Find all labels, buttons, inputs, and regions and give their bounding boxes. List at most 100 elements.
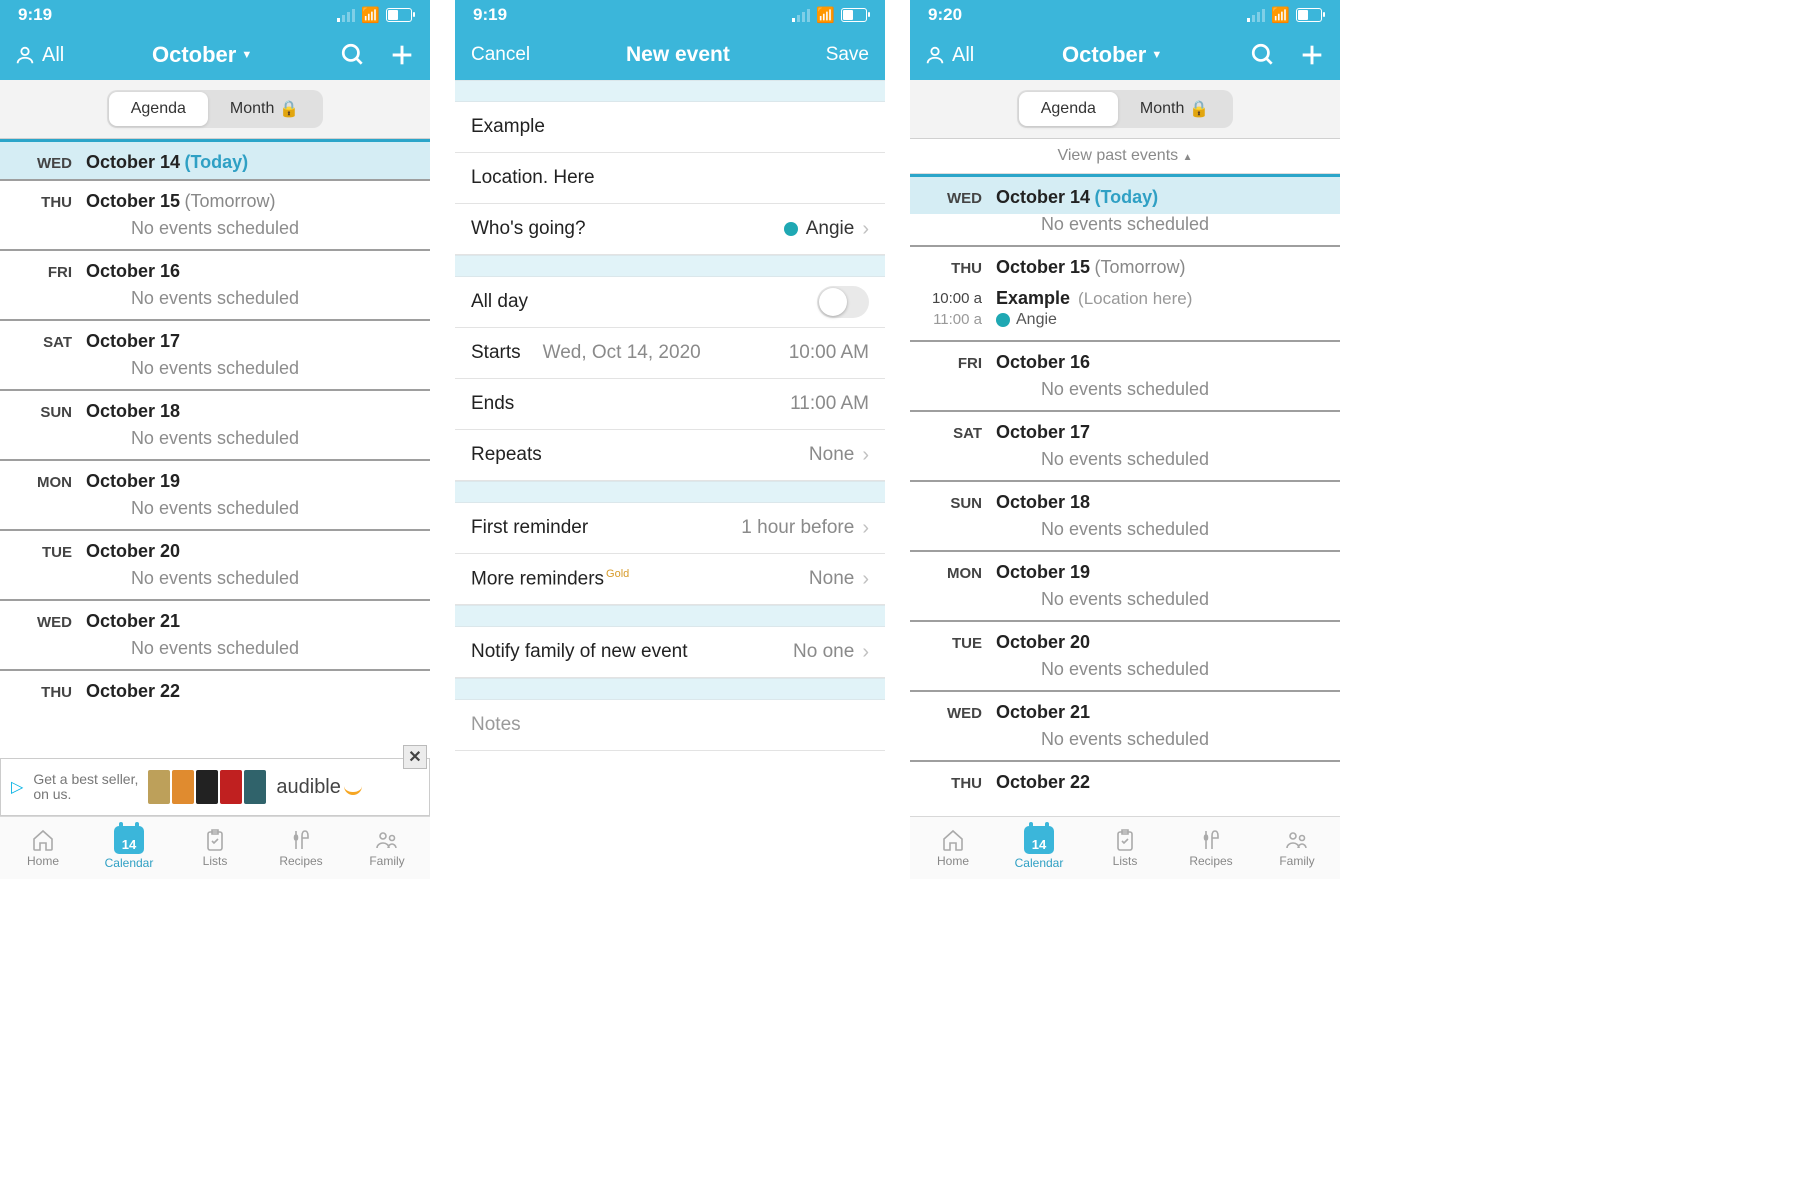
no-events-label: No events scheduled (0, 358, 430, 389)
agenda-list[interactable]: WEDOctober 14 (Today)No events scheduled… (910, 174, 1340, 816)
add-button[interactable] (388, 41, 416, 69)
notes-field[interactable]: Notes (455, 700, 885, 751)
screenshot-new-event: 9:19 📶 Cancel New event Save Example Loc… (455, 0, 885, 879)
tab-home-label: Home (937, 854, 969, 868)
first-reminder-row[interactable]: First reminder 1 hour before› (455, 503, 885, 554)
tab-family-label: Family (369, 854, 404, 868)
day-header: THUOctober 22 (0, 669, 430, 708)
day-date: October 19 (996, 562, 1090, 582)
agenda-event[interactable]: 10:00 a11:00 aExample (Location here)Ang… (910, 284, 1340, 340)
day-tag: (Today) (1095, 187, 1159, 207)
tab-home[interactable]: Home (910, 817, 996, 879)
who-value: Angie (806, 218, 855, 240)
day-header: THU October 22 (910, 760, 1340, 799)
tab-recipes[interactable]: Recipes (1168, 817, 1254, 879)
status-bar: 9:20 📶 (910, 0, 1340, 30)
view-segment: Agenda Month 🔒 (910, 80, 1340, 139)
tab-home-label: Home (27, 854, 59, 868)
no-events-label: No events scheduled (0, 568, 430, 599)
notes-placeholder: Notes (471, 714, 521, 736)
lock-icon: 🔒 (279, 99, 299, 119)
starts-row[interactable]: Starts Wed, Oct 14, 2020 10:00 AM (455, 328, 885, 379)
title-value: Example (471, 116, 545, 138)
who-row[interactable]: Who's going? Angie› (455, 204, 885, 255)
tab-lists[interactable]: Lists (172, 817, 258, 879)
adchoices-icon: ▷ (11, 777, 23, 797)
no-events-label: No events scheduled (910, 449, 1340, 480)
day-header: SATOctober 17 (910, 410, 1340, 449)
notify-value: No one (793, 641, 854, 663)
status-indicators: 📶 (337, 6, 412, 24)
ad-thumbnails (148, 770, 266, 804)
wifi-icon: 📶 (816, 6, 835, 24)
tab-calendar[interactable]: 14 Calendar (86, 817, 172, 879)
more-reminders-value: None (809, 568, 854, 590)
notify-row[interactable]: Notify family of new event No one› (455, 627, 885, 678)
add-button[interactable] (1298, 41, 1326, 69)
event-title: Example (996, 288, 1070, 309)
day-tag: (Tomorrow) (185, 191, 276, 211)
ends-row[interactable]: Ends 11:00 AM (455, 379, 885, 430)
tab-recipes[interactable]: Recipes (258, 817, 344, 879)
search-button[interactable] (340, 42, 366, 68)
no-events-label: No events scheduled (910, 519, 1340, 550)
allday-label: All day (471, 291, 528, 313)
audible-logo-icon (344, 780, 362, 795)
filter-all[interactable]: All (14, 44, 64, 67)
tab-bar: Home 14 Calendar Lists Recipes Family (910, 816, 1340, 879)
repeats-value: None (809, 444, 854, 466)
title-field[interactable]: Example (455, 102, 885, 153)
allday-toggle[interactable] (817, 286, 869, 318)
tab-calendar[interactable]: 14 Calendar (996, 817, 1082, 879)
search-icon (1250, 42, 1276, 68)
tab-family[interactable]: Family (344, 817, 430, 879)
month-picker[interactable]: October▼ (1062, 42, 1162, 68)
save-button[interactable]: Save (826, 44, 869, 66)
day-abbr: SUN (0, 404, 72, 421)
day-date: October 15 (86, 191, 180, 211)
status-indicators: 📶 (792, 6, 867, 24)
chevron-down-icon: ▼ (1151, 49, 1162, 61)
day-header: TUEOctober 20 (0, 529, 430, 568)
segment-agenda[interactable]: Agenda (1019, 92, 1118, 126)
day-abbr: THU (0, 684, 72, 701)
segment-agenda[interactable]: Agenda (109, 92, 208, 126)
segment-month[interactable]: Month 🔒 (208, 92, 321, 126)
nav-header: All October▼ (910, 30, 1340, 80)
gold-badge: Gold (606, 568, 629, 580)
ad-close-button[interactable]: ✕ (403, 745, 427, 769)
chevron-up-icon: ▲ (1183, 152, 1193, 163)
allday-row: All day (455, 277, 885, 328)
day-date: October 16 (996, 352, 1090, 372)
view-past-events[interactable]: View past events ▲ (910, 139, 1340, 174)
ad-line2: on us. (33, 786, 71, 802)
more-reminders-row[interactable]: More remindersGold None› (455, 554, 885, 605)
day-date: October 22 (996, 772, 1090, 792)
event-location: (Location here) (1078, 289, 1192, 309)
tab-family[interactable]: Family (1254, 817, 1340, 879)
repeats-row[interactable]: Repeats None› (455, 430, 885, 481)
location-field[interactable]: Location. Here (455, 153, 885, 204)
battery-icon (1296, 8, 1322, 22)
event-attendee: Angie (1016, 311, 1057, 329)
search-button[interactable] (1250, 42, 1276, 68)
day-abbr: MON (910, 565, 982, 582)
chevron-right-icon: › (862, 218, 869, 241)
person-color-dot (996, 313, 1010, 327)
filter-all[interactable]: All (924, 44, 974, 67)
tab-lists[interactable]: Lists (1082, 817, 1168, 879)
cancel-button[interactable]: Cancel (471, 44, 530, 66)
day-abbr: WED (0, 155, 72, 172)
tab-home[interactable]: Home (0, 817, 86, 879)
ad-banner[interactable]: ✕ ▷ Get a best seller, on us. audible (0, 758, 430, 816)
segment-month[interactable]: Month 🔒 (1118, 92, 1231, 126)
day-abbr: THU (910, 775, 982, 792)
day-header: WEDOctober 21 (0, 599, 430, 638)
day-header: SUNOctober 18 (910, 480, 1340, 519)
day-date: October 19 (86, 471, 180, 491)
agenda-list[interactable]: WEDOctober 14 (Today)THUOctober 15 (Tomo… (0, 139, 430, 758)
more-reminders-label: More remindersGold (471, 568, 629, 590)
day-abbr: WED (910, 705, 982, 722)
month-picker[interactable]: October▼ (152, 42, 252, 68)
no-events-label: No events scheduled (0, 638, 430, 669)
